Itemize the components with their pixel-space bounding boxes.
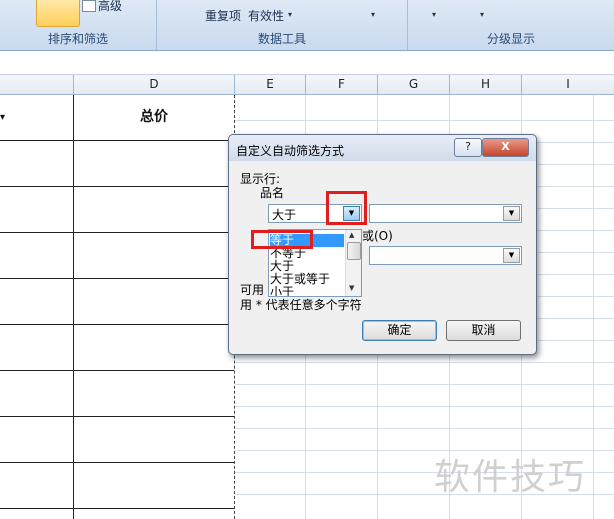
filter-arrow-icon[interactable]: ▾ xyxy=(0,112,5,123)
column-header-c[interactable] xyxy=(0,75,74,95)
column-header-i[interactable]: I xyxy=(522,75,614,95)
column-header-f[interactable]: F xyxy=(306,75,378,95)
column-header-h[interactable]: H xyxy=(450,75,522,95)
sort-filter-label: 排序和筛选 xyxy=(47,32,108,46)
scroll-thumb[interactable] xyxy=(347,242,361,260)
list-scrollbar[interactable]: ▲ ▼ xyxy=(345,230,361,296)
chevron-down-icon[interactable]: ▾ xyxy=(432,10,436,19)
header-cell-total-price[interactable]: 总价 xyxy=(74,95,234,140)
or-radio-label[interactable]: 或(O) xyxy=(362,227,393,244)
dialog-title: 自定义自动筛选方式 xyxy=(236,144,345,158)
scroll-up-icon[interactable]: ▲ xyxy=(349,231,354,239)
chevron-down-icon[interactable]: ▼ xyxy=(503,248,520,263)
chevron-down-icon[interactable]: ▾ xyxy=(480,10,484,19)
help-button[interactable]: ? xyxy=(454,138,482,157)
sort-filter-group: 高级 排序和筛选 xyxy=(0,0,157,50)
data-validation-button[interactable]: 有效性 xyxy=(248,7,284,24)
chevron-down-icon[interactable]: ▾ xyxy=(288,10,292,19)
chevron-down-icon[interactable]: ▼ xyxy=(503,206,520,221)
dialog-titlebar[interactable]: 自定义自动筛选方式 ? X xyxy=(229,135,536,161)
list-item-less[interactable]: 小于 xyxy=(270,286,294,297)
highlight-box-equals xyxy=(251,230,313,249)
column-header-d[interactable]: D xyxy=(74,75,235,95)
advanced-icon xyxy=(82,0,96,12)
hint-text: 用 * 代表任意多个字符 xyxy=(240,298,362,312)
chevron-down-icon[interactable]: ▾ xyxy=(371,10,375,19)
field-name-label: 品名 xyxy=(260,186,285,200)
outline-label: 分级显示 xyxy=(486,32,535,46)
outline-group: ▾ ▾ 分级显示 xyxy=(408,0,614,50)
ok-button[interactable]: 确定 xyxy=(362,320,437,341)
filter-button[interactable] xyxy=(36,0,80,27)
ribbon: 高级 排序和筛选 重复项 有效性 ▾ ▾ 数据工具 ▾ ▾ 分级显示 xyxy=(0,0,614,51)
highlight-box-dropdown-arrow xyxy=(326,191,367,225)
value2-select[interactable]: ▼ xyxy=(369,246,522,265)
data-tools-label: 数据工具 xyxy=(257,32,306,46)
column-header-e[interactable]: E xyxy=(235,75,306,95)
column-header-g[interactable]: G xyxy=(378,75,450,95)
value1-select[interactable]: ▼ xyxy=(369,204,522,223)
operator1-value: 大于 xyxy=(272,208,297,222)
data-tools-group: 重复项 有效性 ▾ ▾ 数据工具 xyxy=(157,0,408,50)
close-button[interactable]: X xyxy=(482,138,529,157)
cancel-button[interactable]: 取消 xyxy=(446,320,521,341)
formula-bar[interactable] xyxy=(0,51,614,75)
watermark: 软件技巧 xyxy=(434,457,587,498)
scroll-down-icon[interactable]: ▼ xyxy=(349,284,354,292)
advanced-button[interactable]: 高级 xyxy=(98,0,122,14)
remove-duplicates-button[interactable]: 重复项 xyxy=(205,7,241,24)
